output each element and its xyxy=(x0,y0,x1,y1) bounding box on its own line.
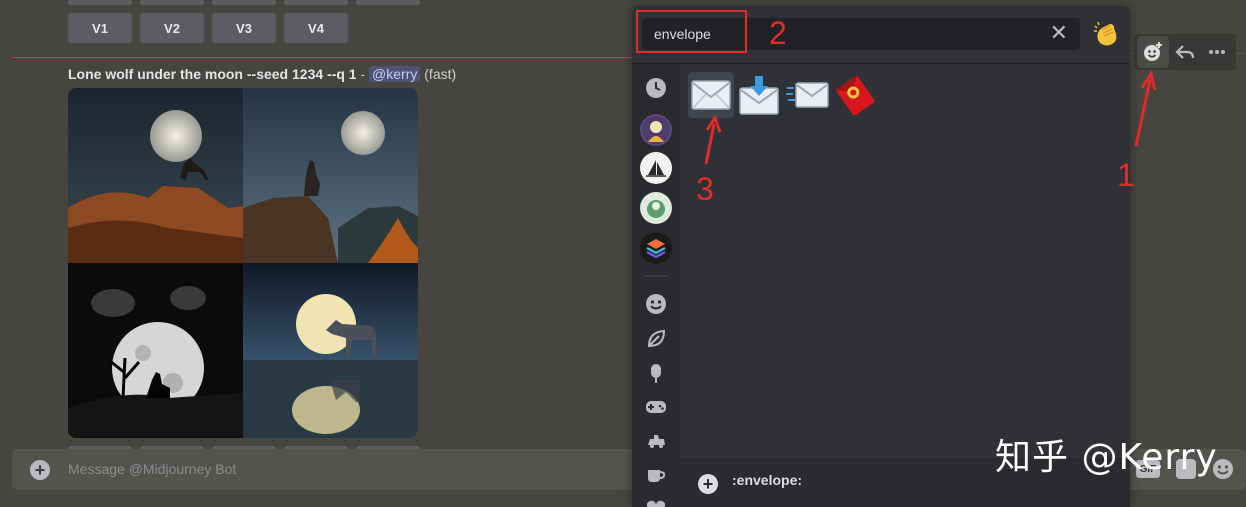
watermark: 知乎 @Kerry xyxy=(995,437,1218,478)
